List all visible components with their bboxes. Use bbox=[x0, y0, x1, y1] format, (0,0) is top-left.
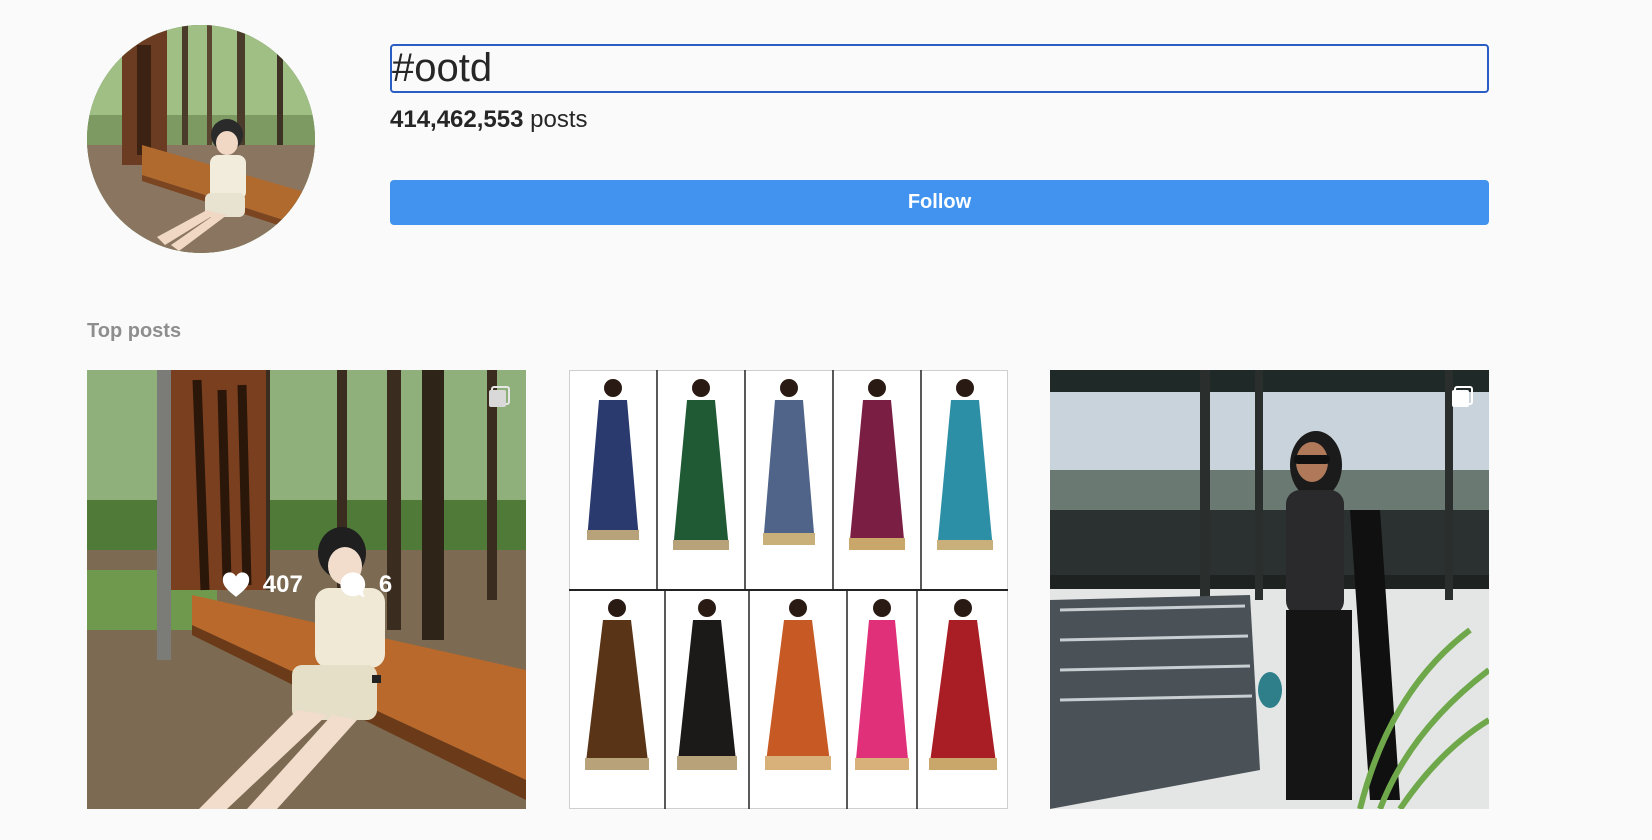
comment-icon bbox=[340, 572, 366, 598]
post-count-suffix: posts bbox=[523, 106, 588, 133]
post-count: 414,462,553 posts bbox=[390, 104, 588, 136]
hashtag-avatar bbox=[87, 25, 315, 253]
post-count-value: 414,462,553 bbox=[390, 106, 524, 133]
comments-stat: 6 bbox=[337, 570, 392, 600]
avatar-photo bbox=[87, 25, 315, 253]
heart-icon bbox=[222, 572, 249, 597]
post-3-photo bbox=[1050, 370, 1489, 809]
top-post-2[interactable] bbox=[569, 370, 1008, 809]
comments-count: 6 bbox=[378, 571, 393, 598]
multiple-images-icon bbox=[489, 386, 510, 407]
post-2-photo bbox=[569, 370, 1008, 809]
likes-count: 407 bbox=[262, 571, 303, 598]
multiple-images-icon bbox=[1452, 386, 1473, 407]
top-posts-heading: Top posts bbox=[87, 320, 182, 342]
follow-button[interactable]: Follow bbox=[390, 180, 1489, 225]
hashtag-page: 414,462,553 posts Follow Top posts bbox=[0, 0, 1652, 840]
top-post-3[interactable] bbox=[1050, 370, 1489, 809]
hashtag-title-input[interactable] bbox=[390, 44, 1489, 93]
post-1-stats-overlay: 407 6 bbox=[87, 570, 526, 600]
likes-stat: 407 bbox=[221, 570, 303, 600]
top-post-1[interactable]: 407 6 bbox=[87, 370, 526, 809]
